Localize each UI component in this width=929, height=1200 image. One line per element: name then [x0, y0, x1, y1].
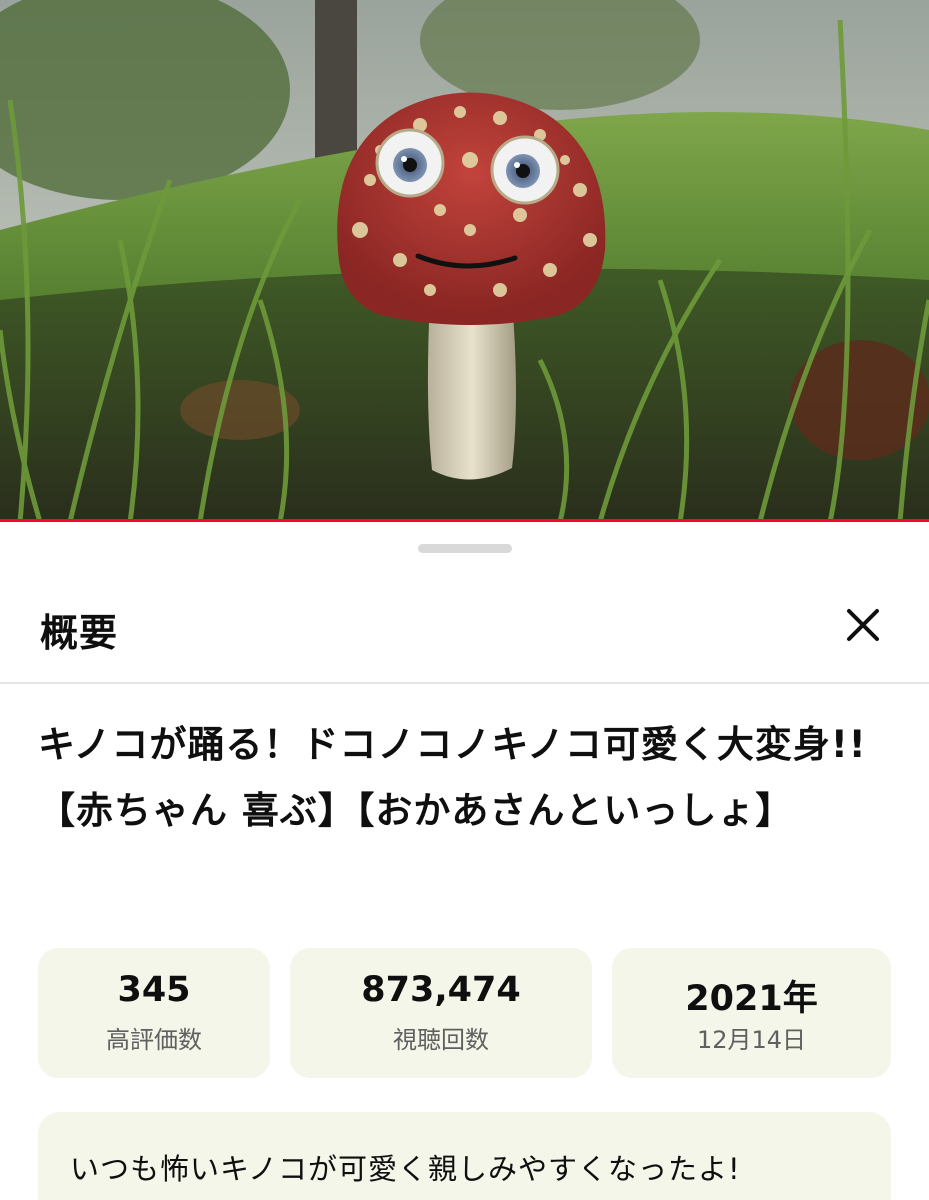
description-text: いつも怖いキノコが可愛く親しみやすくなったよ! [70, 1152, 741, 1186]
likes-stat[interactable]: 345 高評価数 [38, 948, 270, 1078]
divider [0, 682, 929, 684]
views-stat[interactable]: 873,474 視聴回数 [290, 948, 592, 1078]
publish-date: 12月14日 [696, 1026, 807, 1054]
progress-bar[interactable] [0, 519, 929, 522]
video-player[interactable] [0, 0, 929, 522]
progress-bar-fill [0, 519, 929, 522]
likes-label: 高評価数 [106, 1026, 202, 1054]
video-title: キノコが踊る！ドコノコノキノコ可愛く大変身!!【赤ちゃん 喜ぶ】【おかあさんとい… [38, 723, 867, 832]
close-icon [847, 609, 879, 641]
likes-count: 345 [117, 970, 191, 1010]
date-stat[interactable]: 2021年 12月14日 [612, 948, 891, 1078]
views-count: 873,474 [361, 970, 521, 1010]
description-box[interactable]: いつも怖いキノコが可愛く親しみやすくなったよ! [38, 1112, 891, 1200]
drag-handle[interactable] [418, 544, 512, 553]
video-frame [0, 0, 929, 522]
screen: 概要 キノコが踊る！ドコノコノキノコ可愛く大変身!!【赤ちゃん 喜ぶ】【おかあさ… [0, 0, 929, 1200]
close-button[interactable] [836, 598, 890, 652]
views-label: 視聴回数 [393, 1026, 489, 1054]
sheet-title: 概要 [40, 611, 119, 655]
publish-year: 2021年 [685, 979, 818, 1019]
description-sheet: 概要 キノコが踊る！ドコノコノキノコ可愛く大変身!!【赤ちゃん 喜ぶ】【おかあさ… [0, 524, 929, 1200]
